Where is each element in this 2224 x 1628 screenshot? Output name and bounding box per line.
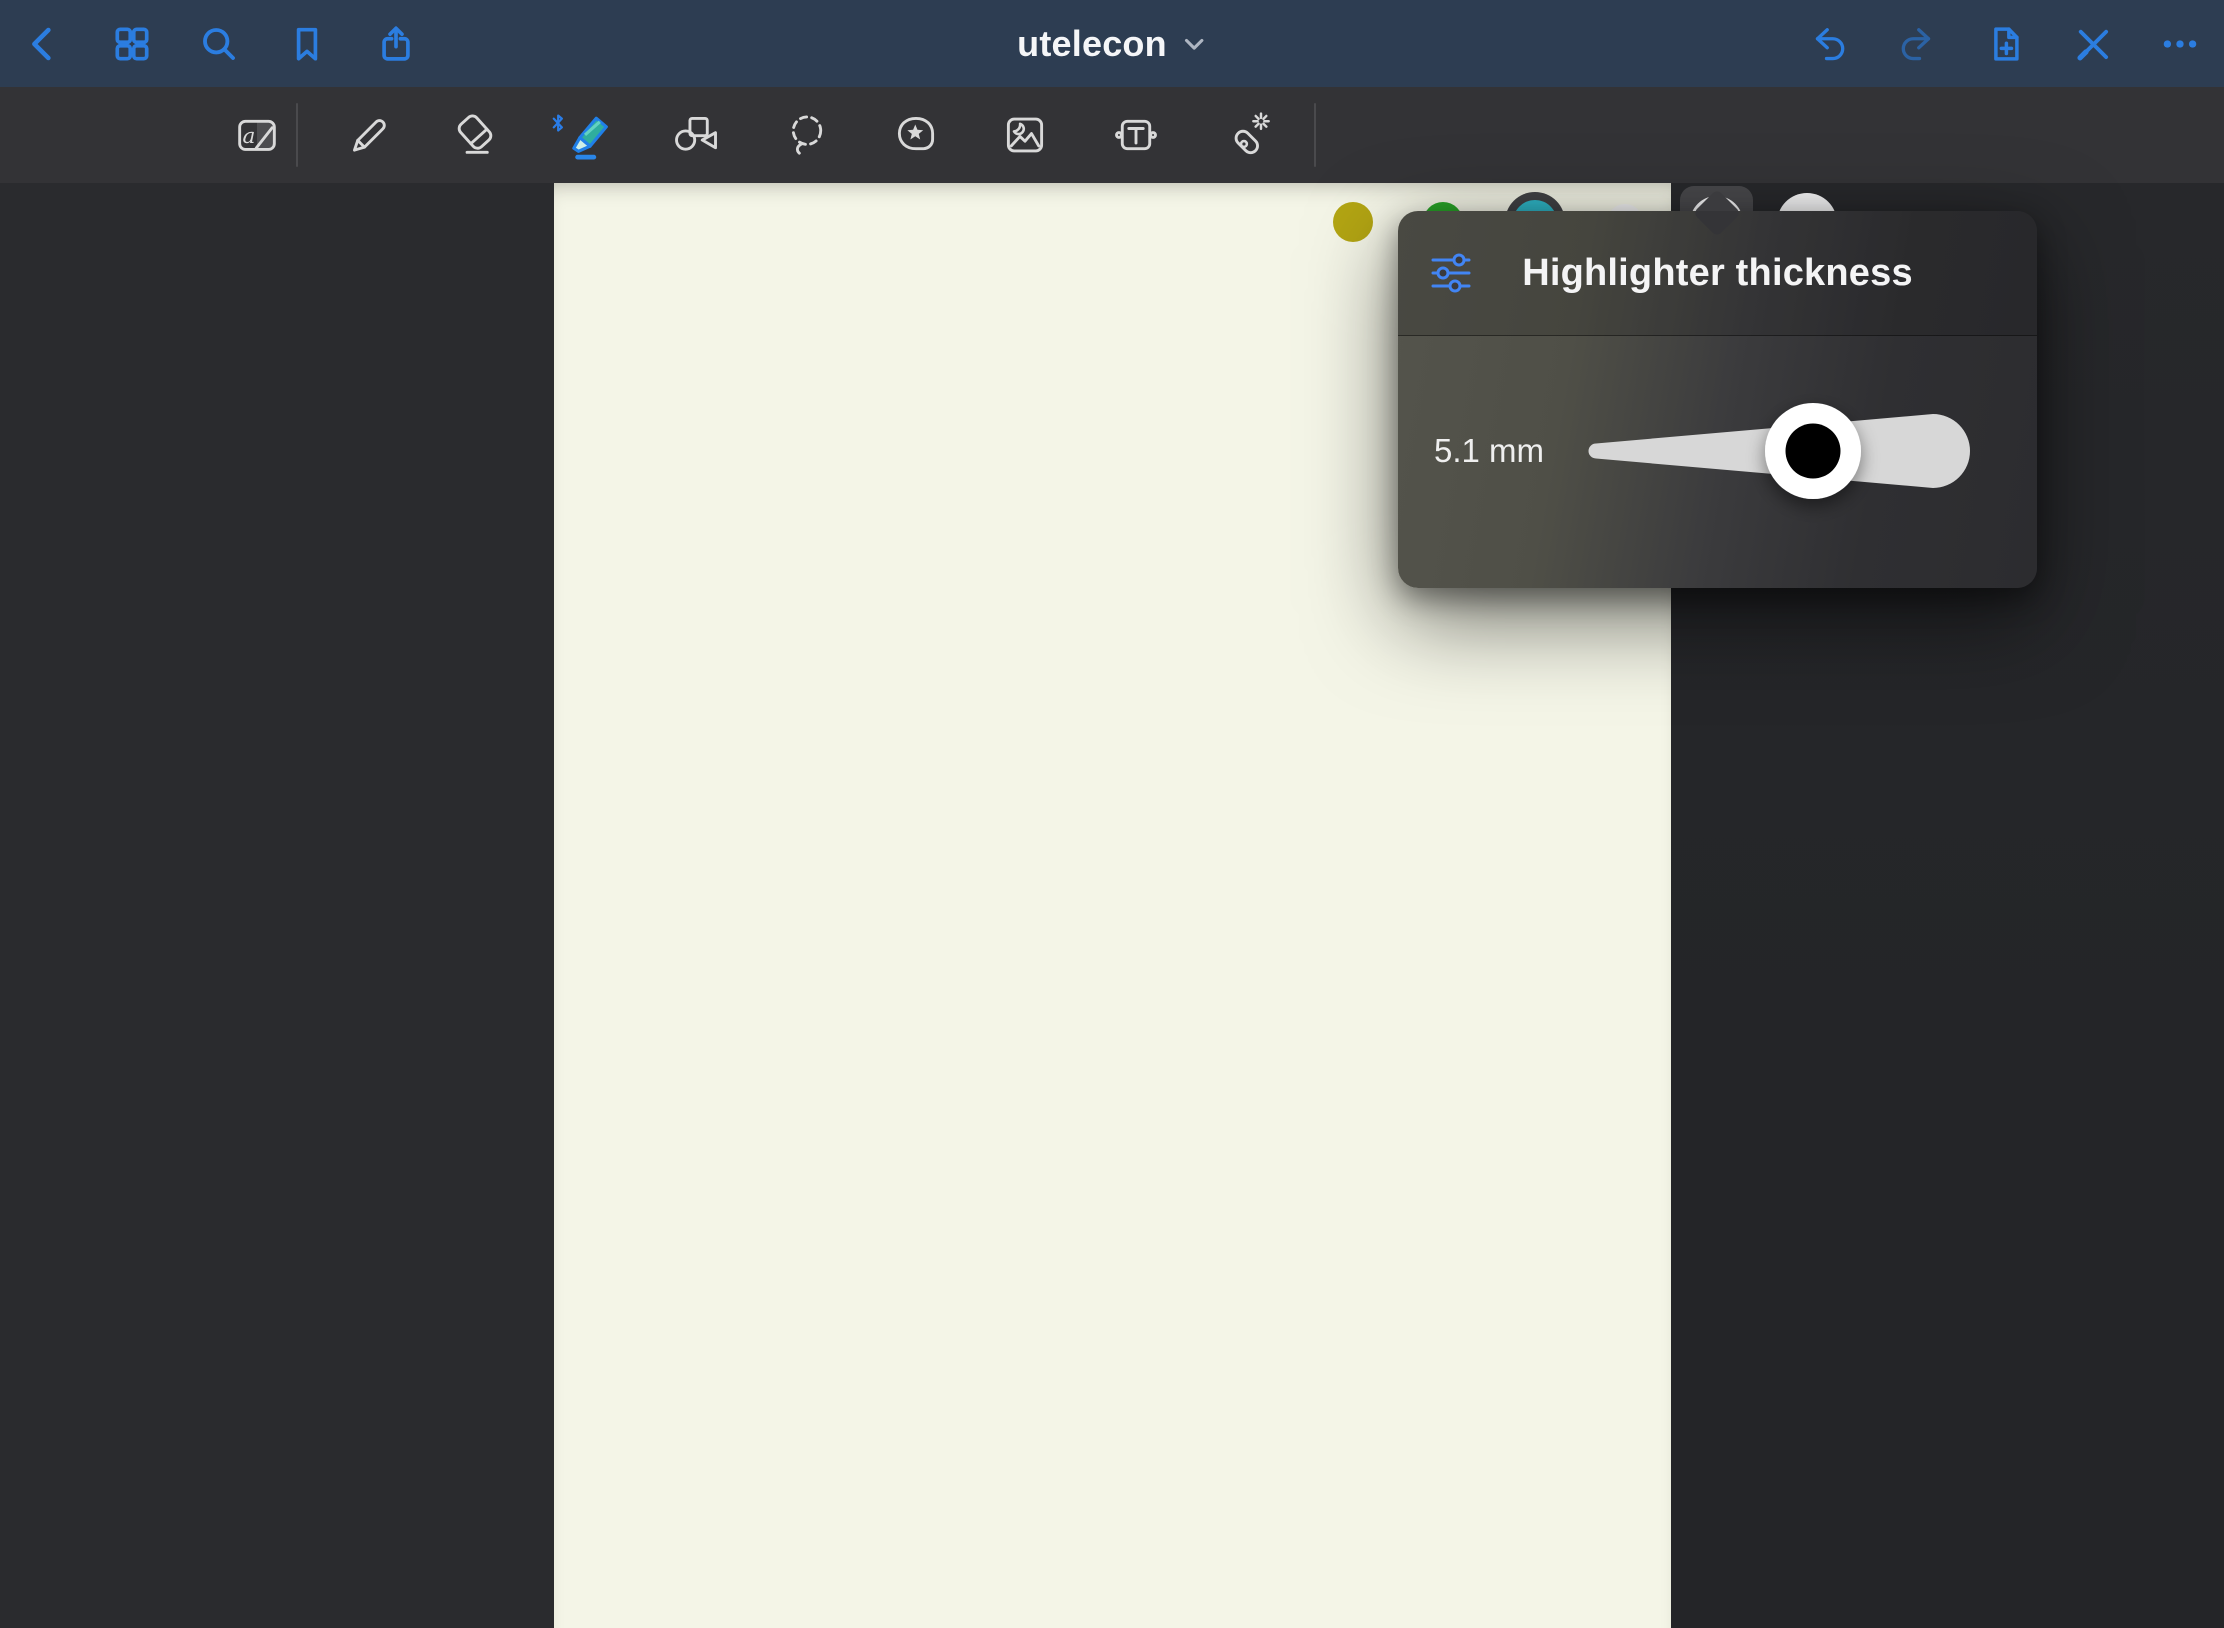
more-options-button[interactable]: [2152, 0, 2208, 87]
toolbar-divider: [1314, 103, 1316, 167]
slider-knob[interactable]: [1765, 403, 1861, 499]
add-page-icon: [1984, 23, 2026, 65]
chevron-down-icon: [1181, 31, 1207, 57]
elements-sticker-icon: [890, 109, 942, 161]
document-title-dropdown[interactable]: utelecon: [1017, 0, 1207, 87]
text-icon: [1110, 109, 1162, 161]
zoom-window-icon: a: [231, 109, 283, 161]
undo-button[interactable]: [1800, 0, 1856, 87]
color-swatch-yellow[interactable]: [1333, 202, 1373, 242]
shapes-tool[interactable]: [667, 87, 723, 183]
lasso-icon: [781, 109, 833, 161]
tool-bar: a: [0, 87, 2224, 183]
eraser-icon: [449, 109, 501, 161]
back-icon: [23, 23, 65, 65]
laser-pointer-tool[interactable]: [1220, 87, 1276, 183]
eraser-tool[interactable]: [447, 87, 503, 183]
popover-title: Highlighter thickness: [1398, 211, 2037, 335]
svg-text:a: a: [243, 124, 256, 149]
redo-button[interactable]: [1890, 0, 1946, 87]
pen-icon: [340, 109, 392, 161]
highlighter-tool[interactable]: [562, 87, 618, 183]
page-title: utelecon: [1017, 23, 1167, 65]
navigation-bar: utelecon: [0, 0, 2224, 87]
undo-icon: [1807, 23, 1849, 65]
search-button[interactable]: [191, 0, 247, 87]
bookmark-icon: [286, 23, 328, 65]
share-icon: [375, 23, 417, 65]
laser-pointer-icon: [1222, 109, 1274, 161]
redo-icon: [1897, 23, 1939, 65]
search-icon: [198, 23, 240, 65]
toolbar-divider: [296, 103, 298, 167]
page-thumbnails-button[interactable]: [104, 0, 160, 87]
back-button[interactable]: [16, 0, 72, 87]
text-tool[interactable]: [1108, 87, 1164, 183]
page-grid-icon: [111, 23, 153, 65]
more-icon: [2159, 23, 2201, 65]
highlighter-icon: [562, 105, 618, 161]
elements-tool[interactable]: [888, 87, 944, 183]
share-button[interactable]: [368, 0, 424, 87]
image-tool[interactable]: [997, 87, 1053, 183]
pen-tool[interactable]: [338, 87, 394, 183]
lasso-tool[interactable]: [779, 87, 835, 183]
thickness-slider[interactable]: [1398, 335, 2037, 588]
popover-body: 5.1 mm: [1398, 335, 2037, 588]
image-icon: [999, 109, 1051, 161]
bluetooth-icon: [550, 113, 565, 138]
popover-header: Highlighter thickness: [1398, 211, 2037, 336]
highlighter-thickness-popover: Highlighter thickness 5.1 mm: [1398, 211, 2037, 588]
add-page-button[interactable]: [1977, 0, 2033, 87]
shapes-icon: [669, 109, 721, 161]
read-only-toggle-button[interactable]: [2065, 0, 2121, 87]
zoom-window-tool[interactable]: a: [229, 87, 285, 183]
pen-cross-icon: [2072, 23, 2114, 65]
bookmark-button[interactable]: [279, 0, 335, 87]
canvas-background-left: [0, 183, 554, 1628]
